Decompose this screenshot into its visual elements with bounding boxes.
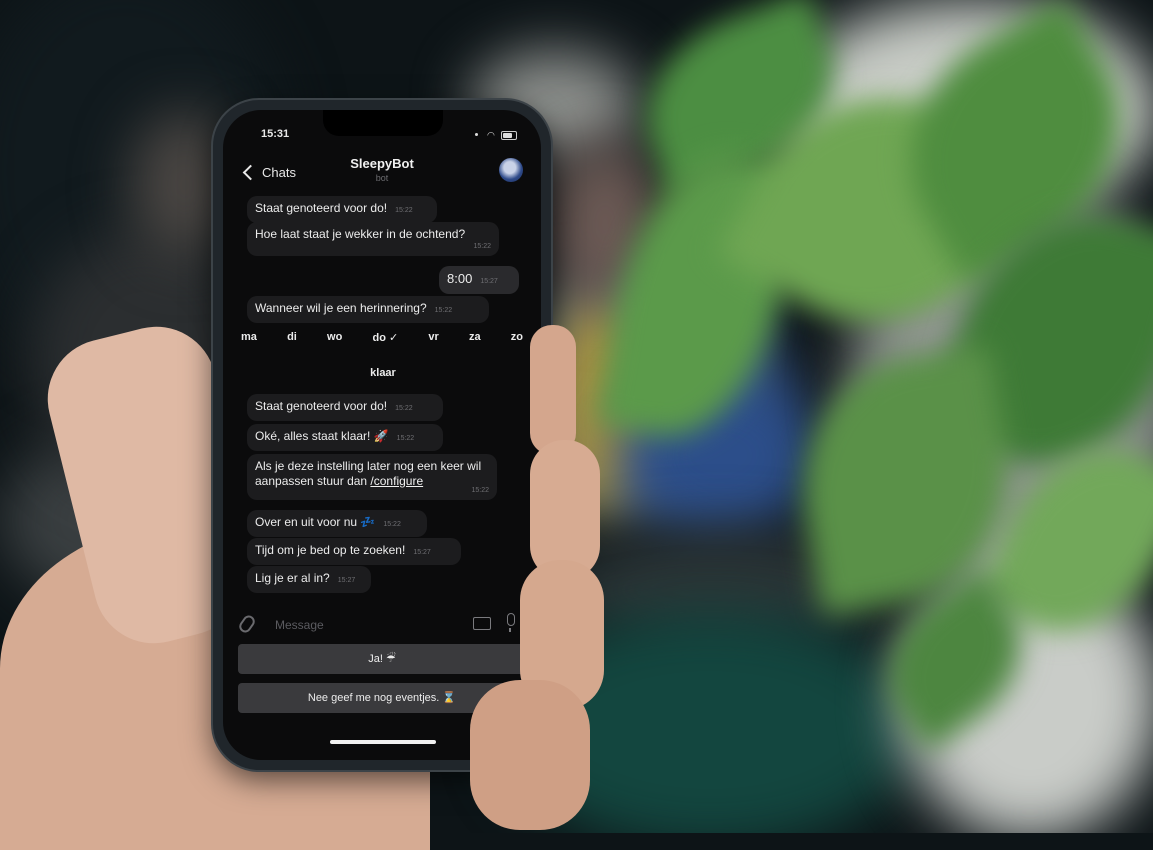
back-label: Chats [262,164,296,180]
message-bubble: Wanneer wil je een herinnering? 15:22 [247,296,489,323]
chat-header: Chats SleepyBot bot [223,150,541,190]
battery-icon [501,131,517,140]
chat-title: SleepyBot [350,156,414,171]
message-bubble: Staat genoteerd voor do! 15:22 [247,394,443,421]
configure-command-link[interactable]: /configure [370,474,423,488]
signal-icon [475,133,478,136]
message-bubble: Lig je er al in? 15:27 [247,566,371,593]
notch [323,110,443,136]
day-button-vr[interactable]: vr [424,328,442,350]
hand-finger [530,440,600,580]
day-button-ma[interactable]: ma [237,328,261,350]
day-button-di[interactable]: di [283,328,301,350]
wifi-icon: ◠ [487,130,495,140]
message-bubble: Over en uit voor nu 💤 15:22 [247,510,427,537]
chevron-left-icon [242,164,259,180]
day-button-do[interactable]: do ✓ [368,328,402,350]
status-bar: 15:31 ◠ [223,110,541,148]
message-bubble-outgoing: 8:00 15:27 [439,266,519,294]
day-button-zo[interactable]: zo [507,328,527,350]
hand-finger [470,680,590,830]
back-button[interactable]: Chats [242,162,296,182]
chat-subtitle: bot [375,173,389,183]
day-button-wo[interactable]: wo [323,328,346,350]
avatar-icon[interactable] [499,158,523,182]
paperclip-icon[interactable] [236,613,258,635]
microphone-icon[interactable] [507,613,515,632]
day-button-za[interactable]: za [465,328,485,350]
reply-button-ja[interactable]: Ja! ☔ [238,644,526,674]
inline-keyboard-days: ma di wo do ✓ vr za zo [237,328,527,350]
done-button[interactable]: klaar [323,367,443,379]
message-bubble: Staat genoteerd voor do! 15:22 [247,196,437,223]
message-bubble: Oké, alles staat klaar! 🚀 15:22 [247,424,443,451]
hand-finger [530,325,576,455]
message-input[interactable] [273,613,467,637]
message-bubble: Hoe laat staat je wekker in de ochtend? … [247,222,499,256]
home-indicator[interactable] [330,740,436,744]
message-bubble: Tijd om je bed op te zoeken! 15:27 [247,538,461,565]
status-time: 15:31 [261,128,290,140]
message-bubble: Als je deze instelling later nog een kee… [247,454,497,500]
keyboard-icon[interactable] [473,617,491,630]
message-input-bar [223,607,541,641]
